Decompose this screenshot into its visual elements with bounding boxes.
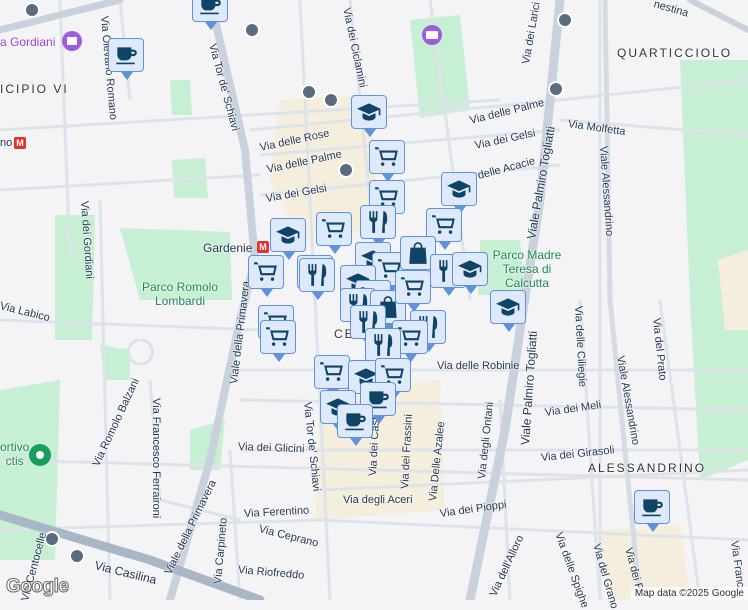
- camera-poi-icon[interactable]: [422, 25, 442, 45]
- cart-marker[interactable]: [260, 320, 296, 362]
- street-label: Via delle Robinie: [437, 360, 520, 372]
- utensils-icon: [303, 262, 331, 288]
- coffee-marker[interactable]: [108, 38, 144, 80]
- cart-icon: [264, 324, 292, 350]
- street-label: Via Francesco Ferraironi: [150, 398, 162, 519]
- station-west[interactable]: no: [0, 137, 12, 149]
- school-icon: [456, 256, 484, 282]
- park-romolo-lombardi[interactable]: Parco Romolo Lombardi: [135, 280, 225, 308]
- school-icon: [445, 176, 473, 202]
- cart-icon: [320, 216, 348, 242]
- school-icon: [274, 222, 302, 248]
- utensils-icon: [364, 209, 392, 235]
- area-quarticciolo: QUARTICCIOLO: [617, 46, 733, 60]
- park-sportivo[interactable]: ortivo ctis: [0, 440, 29, 468]
- utensils-marker[interactable]: [360, 205, 396, 247]
- cart-marker[interactable]: [314, 355, 350, 397]
- school-marker[interactable]: [452, 252, 488, 294]
- area-municipio: ICIPIO VI: [0, 82, 69, 96]
- utensils-marker[interactable]: [365, 328, 401, 370]
- park-madre-teresa[interactable]: Parco Madre Teresa di Calcutta: [482, 248, 572, 290]
- coffee-icon: [196, 0, 224, 18]
- street-label: Via dei Glicini: [237, 441, 305, 456]
- google-logo: Google: [5, 576, 69, 598]
- utensils-icon: [369, 332, 397, 358]
- utensils-marker[interactable]: [299, 258, 335, 300]
- poi-villa-gordiani[interactable]: a Gordiani: [0, 35, 55, 49]
- metro-icon: M: [257, 241, 269, 253]
- cart-icon: [252, 259, 280, 285]
- coffee-icon: [638, 494, 666, 520]
- school-marker[interactable]: [270, 218, 306, 260]
- coffee-marker[interactable]: [337, 404, 373, 446]
- metro-icon: M: [14, 137, 26, 149]
- cart-marker[interactable]: [369, 140, 405, 182]
- cart-icon: [318, 359, 346, 385]
- area-alessandrino: ALESSANDRINO: [588, 461, 707, 475]
- cart-marker[interactable]: [395, 270, 431, 312]
- school-marker[interactable]: [490, 290, 526, 332]
- cart-icon: [399, 274, 427, 300]
- cart-icon: [373, 144, 401, 170]
- coffee-marker[interactable]: [634, 490, 670, 532]
- school-icon: [494, 294, 522, 320]
- school-marker[interactable]: [441, 172, 477, 214]
- cart-icon: [430, 212, 458, 238]
- school-marker[interactable]: [351, 95, 387, 137]
- coffee-icon: [112, 42, 140, 68]
- sports-poi-icon[interactable]: [29, 444, 51, 466]
- shopping-bag-icon: [404, 240, 432, 266]
- coffee-icon: [341, 408, 369, 434]
- street-label: Via degli Aceri: [343, 494, 413, 506]
- villa-gordiani-icon[interactable]: [62, 31, 82, 51]
- cart-marker[interactable]: [316, 212, 352, 254]
- cart-marker[interactable]: [248, 255, 284, 297]
- school-icon: [355, 99, 383, 125]
- station-gardenie[interactable]: Gardenie: [203, 241, 252, 255]
- map-attribution[interactable]: Map data ©2025 Google: [630, 587, 748, 600]
- coffee-marker[interactable]: [192, 0, 228, 30]
